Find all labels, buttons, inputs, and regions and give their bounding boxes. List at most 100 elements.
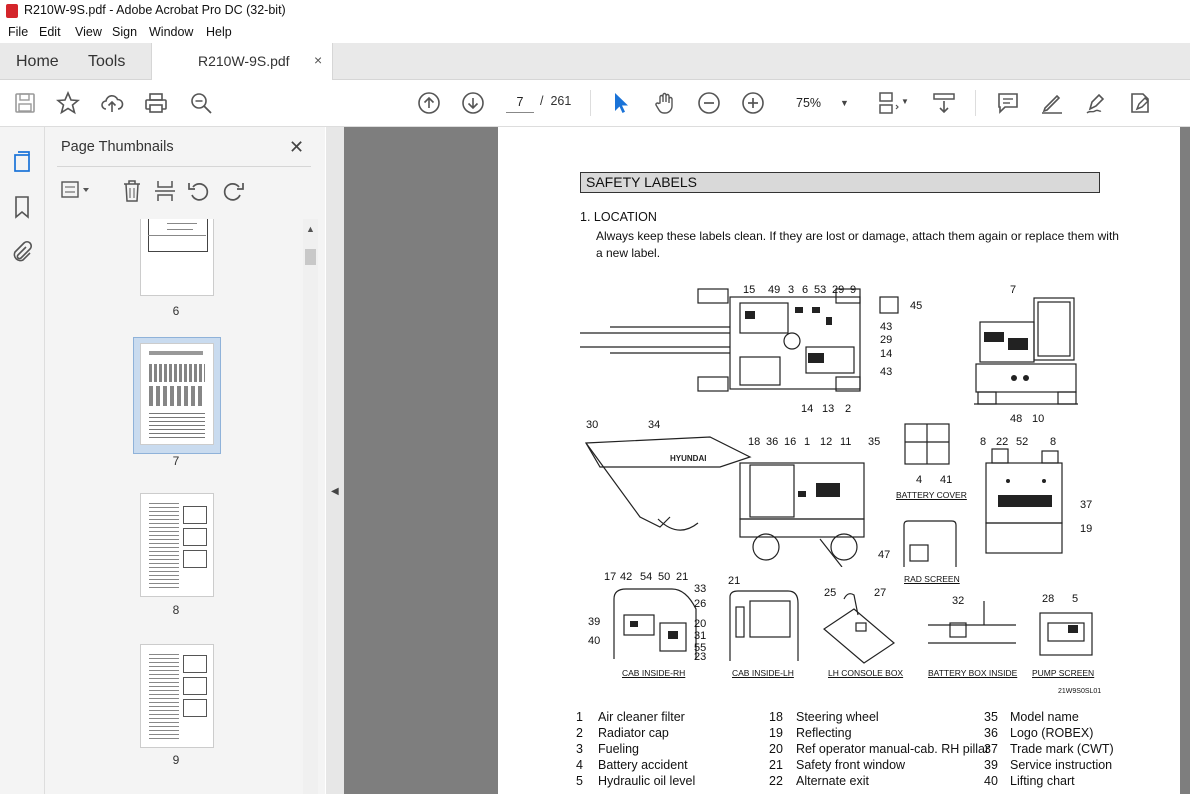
callout: 7 <box>1010 284 1017 296</box>
extract-page-icon[interactable] <box>153 179 177 201</box>
thumbnail-label-image <box>183 506 207 524</box>
edit-pdf-icon[interactable] <box>1128 91 1152 115</box>
callout: 26 <box>694 598 707 610</box>
thumbnails-scrollbar[interactable]: ▲ <box>303 219 318 794</box>
tab-document[interactable]: R210W-9S.pdf × <box>151 43 333 80</box>
close-pane-icon[interactable]: ✕ <box>289 137 304 158</box>
callout: 2 <box>845 403 852 415</box>
callout: 27 <box>874 587 887 599</box>
thumbnail-label-8: 8 <box>172 603 180 617</box>
callout: 53 <box>814 284 827 296</box>
chevron-down-icon: ▼ <box>840 98 849 108</box>
attachments-icon[interactable] <box>10 240 34 264</box>
thumbnail-text-block <box>149 502 179 588</box>
figure-code: 21W9S0SL01 <box>1058 688 1102 695</box>
close-tab-icon[interactable]: × <box>314 52 322 68</box>
caption-pump-screen: PUMP SCREEN <box>1032 668 1095 678</box>
callout: 11 <box>840 436 852 448</box>
hand-tool-icon[interactable] <box>653 91 677 115</box>
page-fit-icon[interactable] <box>876 91 900 115</box>
callout: 50 <box>658 571 671 583</box>
zoom-in-icon[interactable] <box>741 91 765 115</box>
callout: 29 <box>832 284 845 296</box>
pane-collapse-handle[interactable]: ◀ <box>326 127 344 794</box>
thumbnail-page-7[interactable] <box>140 343 214 445</box>
callout: 8 <box>980 436 987 448</box>
menu-sign[interactable]: Sign <box>112 25 137 39</box>
callout: 21 <box>728 575 741 587</box>
menu-window[interactable]: Window <box>149 25 193 39</box>
caption-cab-inside-lh: CAB INSIDE-LH <box>732 668 794 678</box>
thumbnail-legend <box>149 410 205 438</box>
thumbnail-label-image <box>183 655 207 673</box>
tab-tools[interactable]: Tools <box>88 53 125 71</box>
document-view[interactable]: SAFETY LABELS 1. LOCATION Always keep th… <box>344 127 1190 794</box>
pane-divider <box>57 166 311 167</box>
tab-home[interactable]: Home <box>16 53 59 71</box>
scroll-up-icon[interactable]: ▲ <box>306 224 315 234</box>
bookmarks-icon[interactable] <box>10 195 34 219</box>
callout: 31 <box>694 630 707 642</box>
pump-screen-drawing <box>1039 612 1093 656</box>
thumbnail-page-9[interactable] <box>140 644 214 748</box>
thumbnail-text-line <box>167 223 197 224</box>
comment-icon[interactable] <box>996 91 1020 115</box>
callout: 8 <box>1050 436 1057 448</box>
callout: 5 <box>1072 593 1079 605</box>
menu-edit[interactable]: Edit <box>39 25 61 39</box>
legend-item: 35 Model name <box>984 710 1079 724</box>
callout: 34 <box>648 419 661 431</box>
delete-page-icon[interactable] <box>120 179 144 202</box>
menu-file[interactable]: File <box>8 25 28 39</box>
section-title: SAFETY LABELS <box>586 174 698 190</box>
thumbnail-label-image <box>183 528 207 546</box>
menu-help[interactable]: Help <box>206 25 232 39</box>
page-fit-chevron-icon[interactable]: ▼ <box>901 97 909 106</box>
thumbnail-page-8[interactable] <box>140 493 214 597</box>
thumbnail-label-7: 7 <box>172 454 180 468</box>
zoom-search-icon[interactable] <box>189 91 213 115</box>
next-page-icon[interactable] <box>461 91 485 115</box>
sign-pen-icon[interactable] <box>1084 91 1108 115</box>
thumbnail-page-6[interactable] <box>140 219 214 296</box>
top-view-drawing <box>580 288 899 392</box>
rotate-left-icon[interactable] <box>187 179 211 201</box>
menu-bar: File Edit View Sign Window Help <box>0 22 1190 43</box>
bookmark-star-icon[interactable] <box>55 90 81 115</box>
scroll-thumb[interactable] <box>305 249 316 265</box>
page-total: / 261 <box>540 94 571 108</box>
select-cursor-icon[interactable] <box>608 91 632 115</box>
legend-item: 21 Safety front window <box>769 758 906 772</box>
rotate-right-icon[interactable] <box>221 179 245 201</box>
menu-view[interactable]: View <box>75 25 102 39</box>
legend-item: 5 Hydraulic oil level <box>576 774 696 788</box>
legend-item: 18 Steering wheel <box>769 710 879 724</box>
callout: 12 <box>820 436 833 448</box>
collapse-arrow-icon[interactable]: ◀ <box>331 486 339 497</box>
left-rail <box>0 127 45 794</box>
callout: 39 <box>588 616 601 628</box>
legend-item: 3 Fueling <box>576 742 639 756</box>
zoom-select[interactable]: 75% ▼ <box>786 92 852 114</box>
print-icon[interactable] <box>144 91 168 115</box>
toolbar-divider <box>590 90 591 116</box>
thumbnail-options-icon[interactable] <box>61 179 89 201</box>
highlight-pen-icon[interactable] <box>1040 91 1064 115</box>
callout: 15 <box>743 284 756 296</box>
callout: 49 <box>768 284 781 296</box>
thumbnail-label-image <box>183 550 207 568</box>
page-thumbnails-icon[interactable] <box>10 149 34 173</box>
callout: 13 <box>822 403 835 415</box>
thumbnail-text-line <box>148 235 206 236</box>
page-number-input[interactable]: 7 <box>506 92 534 113</box>
callout: 18 <box>748 436 761 448</box>
upload-cloud-icon[interactable] <box>100 91 124 115</box>
zoom-out-icon[interactable] <box>697 91 721 115</box>
rear-view-2-drawing <box>985 448 1063 554</box>
callout: 37 <box>1080 499 1093 511</box>
page-separator: / <box>540 94 544 108</box>
previous-page-icon[interactable] <box>417 91 441 115</box>
callout: 32 <box>952 595 965 607</box>
scroll-mode-icon[interactable] <box>932 91 956 115</box>
save-icon[interactable] <box>13 91 37 115</box>
